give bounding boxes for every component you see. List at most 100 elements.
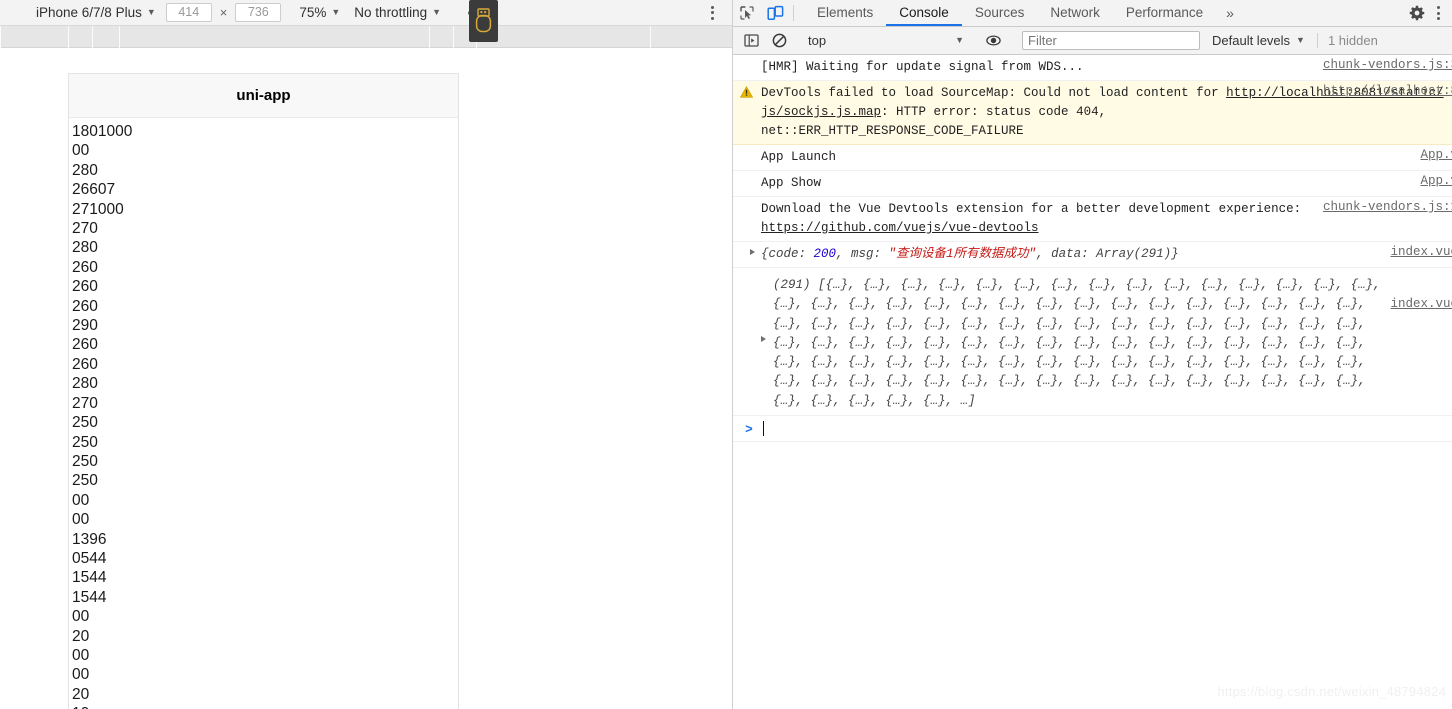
- device-ruler: [0, 26, 732, 48]
- inspect-cursor-icon[interactable]: [733, 0, 761, 26]
- tab-network[interactable]: Network: [1037, 0, 1113, 26]
- console-message-object[interactable]: {code: 200, msg: "查询设备1所有数据成功", data: Ar…: [733, 242, 1452, 268]
- execution-context-label: top: [808, 33, 827, 48]
- object-suffix: , data: Array(291)}: [1036, 247, 1179, 261]
- page-row: 260: [72, 297, 98, 315]
- console-filter-toolbar: top ▼ Default levels ▼ 1 hidden: [733, 27, 1452, 55]
- tab-label: Sources: [974, 4, 1025, 20]
- array-count-label: (291): [773, 278, 811, 292]
- more-tabs-icon[interactable]: »: [1216, 0, 1244, 26]
- console-message-source[interactable]: chunk-vendors.js:32310: [1323, 58, 1452, 72]
- page-row: 250: [72, 414, 98, 432]
- page-row: 26607: [72, 181, 116, 199]
- console-message-source[interactable]: index.vue:207: [1390, 297, 1452, 311]
- console-message-list[interactable]: [HMR] Waiting for update signal from WDS…: [733, 55, 1452, 709]
- console-message-log[interactable]: App Launch App.vue:4: [733, 145, 1452, 171]
- console-message-warning[interactable]: DevTools failed to load SourceMap: Could…: [733, 81, 1452, 145]
- page-row: 1544: [72, 569, 107, 587]
- page-row: 280: [72, 239, 98, 257]
- tab-label: Network: [1050, 4, 1100, 20]
- gear-icon[interactable]: [1403, 5, 1431, 21]
- page-row: 00: [72, 608, 90, 626]
- object-code-value: 200: [813, 247, 837, 261]
- console-message-source[interactable]: App.vue:4: [1420, 148, 1452, 162]
- page-row: 270: [72, 394, 98, 412]
- throttling-select[interactable]: No throttling ▼: [354, 5, 441, 20]
- clear-console-icon[interactable]: [765, 33, 793, 48]
- page-row: 260: [72, 355, 98, 373]
- log-levels-select[interactable]: Default levels ▼: [1206, 33, 1311, 48]
- page-row: 280: [72, 375, 98, 393]
- device-select[interactable]: iPhone 6/7/8 Plus ▼: [8, 5, 164, 20]
- console-array-content: (291) [{…}, {…}, {…}, {…}, {…}, {…}, {…}…: [773, 276, 1383, 411]
- devtools-tab-list: Elements Console Sources Network Perform…: [804, 0, 1244, 26]
- console-message-source[interactable]: chunk-vendors.js:11883: [1323, 200, 1452, 214]
- page-row: 250: [72, 433, 98, 451]
- array-items: [{…}, {…}, {…}, {…}, {…}, {…}, {…}, {…},…: [773, 278, 1381, 408]
- device-height-input[interactable]: 736: [235, 3, 282, 22]
- page-row: 250: [72, 472, 98, 490]
- page-content-list[interactable]: 1801000 00 280 26607 271000 270 280 260 260 260 29…: [69, 118, 458, 709]
- device-width-input[interactable]: 414: [165, 3, 212, 22]
- device-emulation-pane: iPhone 6/7/8 Plus ▼ 414 × 736 75% ▼ No t…: [0, 0, 733, 709]
- log-levels-label: Default levels: [1212, 33, 1291, 48]
- tab-label: Performance: [1125, 4, 1204, 20]
- chevron-down-icon: ▼: [146, 7, 156, 17]
- console-message-text: App Show: [761, 176, 822, 190]
- page-row: 00: [72, 646, 90, 664]
- page-row: 1396: [72, 530, 107, 548]
- object-mid: , msg:: [836, 247, 889, 261]
- prompt-arrow-icon: >: [745, 422, 753, 438]
- console-filter-input[interactable]: [1022, 31, 1200, 50]
- vue-devtools-link[interactable]: https://github.com/vuejs/vue-devtools: [761, 221, 1039, 235]
- console-message-log[interactable]: App Show App.vue:7: [733, 171, 1452, 197]
- console-message-log[interactable]: Download the Vue Devtools extension for …: [733, 197, 1452, 242]
- hidden-messages-count: 1 hidden: [1316, 33, 1378, 48]
- tab-console[interactable]: Console: [886, 0, 962, 26]
- devtools-menu-icon[interactable]: [1431, 6, 1452, 20]
- usb-device-icon: [469, 0, 498, 42]
- page-row: 290: [72, 317, 98, 335]
- execution-context-select[interactable]: top ▼: [802, 33, 970, 48]
- chevron-down-icon: ▼: [432, 7, 442, 17]
- console-message-source[interactable]: index.vue:206: [1390, 245, 1452, 259]
- console-message-text: App Launch: [761, 150, 837, 164]
- object-prefix: {code:: [761, 247, 814, 261]
- console-message-text: {code: 200, msg: "查询设备1所有数据成功", data: Ar…: [761, 245, 1452, 264]
- device-viewport: uni-app 1801000 00 280 26607 271000 270 280 260…: [0, 48, 732, 709]
- chevron-down-icon: ▼: [955, 35, 964, 45]
- page-row: 1801000: [72, 123, 133, 140]
- console-message-source[interactable]: App.vue:7: [1420, 174, 1452, 188]
- console-message-log[interactable]: [HMR] Waiting for update signal from WDS…: [733, 55, 1452, 81]
- expand-triangle-icon[interactable]: [750, 249, 755, 255]
- device-toolbar-icon[interactable]: [761, 0, 789, 26]
- device-toolbar-menu-icon[interactable]: [711, 5, 714, 20]
- tab-sources[interactable]: Sources: [962, 0, 1038, 26]
- devtools-toolbar-right: [1394, 0, 1452, 26]
- text-cursor: [763, 421, 764, 437]
- throttling-select-label: No throttling: [354, 5, 428, 20]
- page-row: 00: [72, 511, 90, 529]
- page-row: 260: [72, 278, 98, 296]
- console-message-array[interactable]: (291) [{…}, {…}, {…}, {…}, {…}, {…}, {…}…: [733, 268, 1452, 417]
- page-title: uni-app: [69, 74, 458, 118]
- console-prompt-row[interactable]: >: [733, 416, 1452, 443]
- chevron-down-icon: ▼: [1296, 35, 1305, 45]
- emulated-page: uni-app 1801000 00 280 26607 271000 270 280 260…: [68, 73, 459, 709]
- page-row: 00: [72, 142, 90, 160]
- device-emulation-toolbar: iPhone 6/7/8 Plus ▼ 414 × 736 75% ▼ No t…: [0, 0, 732, 42]
- console-sidebar-icon[interactable]: [737, 33, 765, 48]
- live-expression-icon[interactable]: [979, 33, 1007, 48]
- zoom-select[interactable]: 75% ▼: [299, 5, 340, 20]
- page-row: 1544: [72, 588, 107, 606]
- page-row: 00: [72, 666, 90, 684]
- page-row: 0544: [72, 549, 107, 567]
- page-row: 20: [72, 627, 90, 645]
- tab-elements[interactable]: Elements: [804, 0, 886, 26]
- expand-triangle-icon[interactable]: [761, 336, 766, 342]
- console-message-source[interactable]: http://localhost:8081/: [1323, 84, 1452, 98]
- zoom-select-label: 75%: [299, 5, 327, 20]
- tab-performance[interactable]: Performance: [1113, 0, 1216, 26]
- page-row: 260: [72, 336, 98, 354]
- chevron-down-icon: ▼: [331, 7, 341, 17]
